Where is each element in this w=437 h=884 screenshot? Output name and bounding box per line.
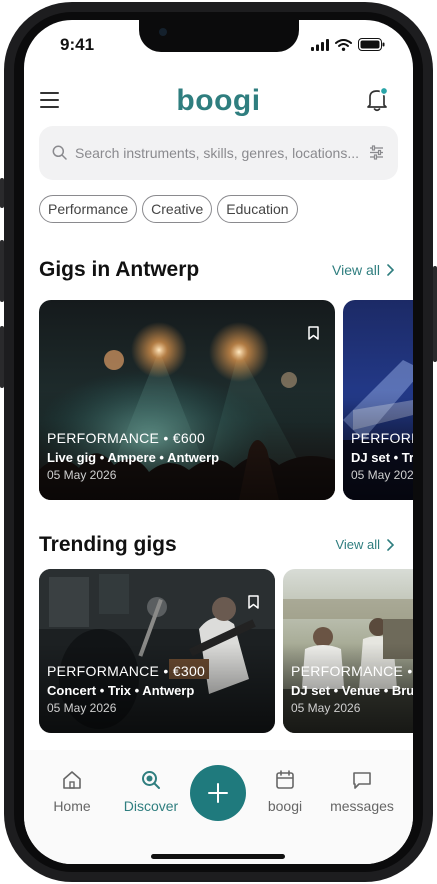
battery-icon [358,38,385,51]
nav-home[interactable]: Home [52,771,92,814]
chip-creative[interactable]: Creative [142,195,213,223]
gig-card[interactable]: PERFORM DJ set • Tr 05 May 202 [343,300,413,500]
discover-icon [142,771,160,789]
search-bar[interactable]: Search instruments, skills, genres, loca… [39,126,398,180]
gig-date: 05 May 202 [351,468,413,482]
nav-label: boogi [267,798,303,814]
wifi-icon [335,38,352,51]
create-gig-button[interactable] [190,765,246,821]
gig-date: 05 May 2026 [291,701,361,715]
front-camera [159,28,167,36]
nav-label: messages [330,798,394,814]
gig-details: DJ set • Tr [351,450,413,465]
bookmark-icon[interactable] [308,326,319,340]
search-icon [52,145,67,160]
side-button [0,326,4,388]
nav-messages[interactable]: messages [328,772,396,814]
gig-category: PERFORM [351,430,413,446]
chip-performance[interactable]: Performance [39,195,138,223]
signal-icon [311,38,329,51]
section-title-trending: Trending gigs [39,533,177,556]
chip-education[interactable]: Education [217,195,298,223]
notification-bell-icon[interactable] [365,86,389,112]
nav-label: Discover [123,798,179,814]
gig-details: Live gig • Ampere • Antwerp [47,450,220,465]
gig-category: PERFORMANCE • €300 [47,663,206,679]
category-chips: Performance Creative Education [39,195,298,223]
nav-boogi[interactable]: boogi [264,770,306,814]
gig-category: PERFORMANCE • € [291,663,413,679]
app-logo: boogi [176,84,261,117]
view-all-trending[interactable]: View all [335,537,394,552]
gig-date: 05 May 2026 [47,468,117,482]
plus-icon [208,783,228,803]
view-all-label: View all [335,537,380,552]
gig-details: Concert • Trix • Antwerp [47,683,195,698]
gig-date: 05 May 2026 [47,701,117,715]
status-icons [311,38,385,51]
gig-card[interactable]: PERFORMANCE • €600 Live gig • Ampere • A… [39,300,335,500]
section-title-antwerp: Gigs in Antwerp [39,258,200,281]
notch [139,20,299,52]
nav-label: Home [53,798,91,814]
search-input[interactable]: Search instruments, skills, genres, loca… [75,145,359,161]
side-button [433,266,437,362]
gig-details: DJ set • Venue • Brus [291,683,413,698]
app-header: boogi [24,82,413,122]
gig-card[interactable]: PERFORMANCE • € DJ set • Venue • Brus 05… [283,569,413,733]
chevron-right-icon [387,264,394,276]
calendar-icon [276,770,294,789]
side-button [0,178,4,208]
home-icon [63,771,81,789]
side-button [0,240,4,302]
chevron-right-icon [387,538,394,551]
gig-card[interactable]: PERFORMANCE • €300 Concert • Trix • Antw… [39,569,275,733]
status-time: 9:41 [60,35,95,54]
view-all-label: View all [332,262,380,278]
filter-icon[interactable] [369,145,384,160]
app-screen: 9:41 boogi Search instruments, skills, g… [24,20,413,864]
bookmark-icon[interactable] [248,595,259,609]
phone-frame: 9:41 boogi Search instruments, skills, g… [0,0,437,884]
nav-discover[interactable]: Discover [121,771,181,814]
view-all-antwerp[interactable]: View all [332,262,394,278]
gig-category: PERFORMANCE • €600 [47,430,206,446]
home-indicator [151,854,285,859]
chat-icon [353,772,371,789]
